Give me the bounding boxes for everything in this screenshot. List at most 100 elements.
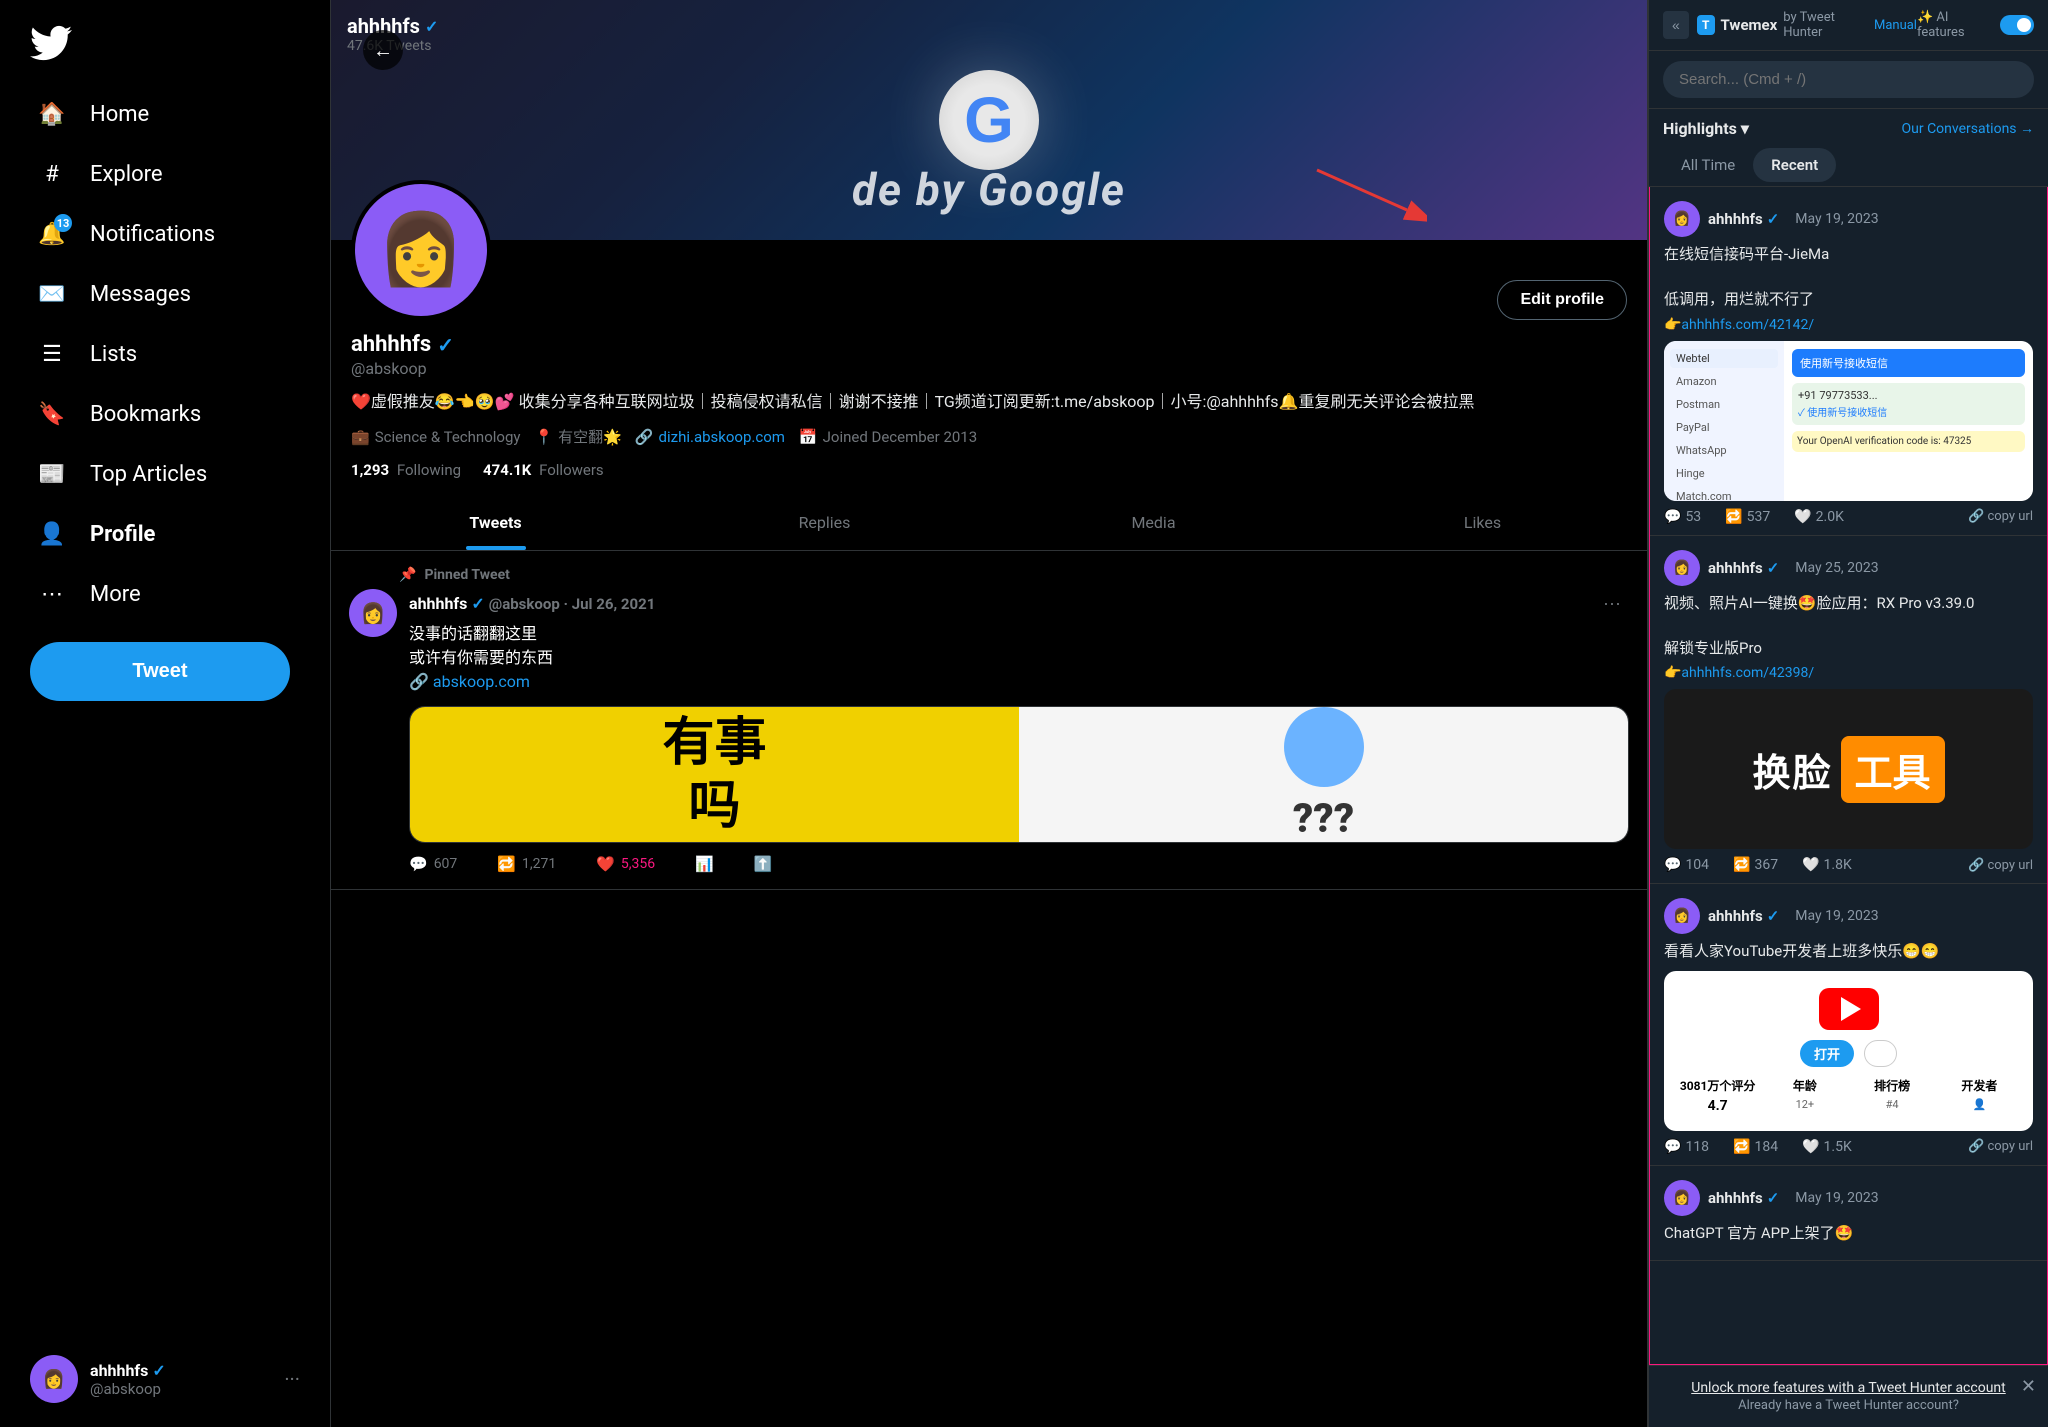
tw-actions-1: 💬 53 🔁 537 🤍 2.0K 🔗 copy url — [1664, 509, 2033, 525]
tw-copy-url-1[interactable]: 🔗 copy url — [1968, 509, 2033, 525]
tw-retweet-1[interactable]: 🔁 537 — [1725, 509, 1770, 525]
play-triangle-icon — [1841, 997, 1861, 1021]
sidebar-item-profile[interactable]: 👤 Profile — [20, 504, 310, 564]
tw-date-2: May 25, 2023 — [1795, 560, 1878, 576]
highlights-label[interactable]: Highlights ▾ — [1663, 119, 1749, 138]
twemex-tweet-2: 👩 ahhhhfs ✓ May 25, 2023 视频、照片AI一键换🤩脸应用：… — [1650, 536, 2047, 885]
comment-icon: 💬 — [409, 855, 428, 873]
tab-replies[interactable]: Replies — [660, 495, 989, 550]
close-banner-button[interactable]: ✕ — [2021, 1376, 2036, 1397]
comment-action[interactable]: 💬 607 — [409, 855, 457, 873]
profile-header: ← ahhhhfs ✓ 47.6K Tweets G de by Google — [331, 0, 1647, 551]
profile-meta: 💼 Science & Technology 📍 有空翻🌟 🔗 dizhi.ab… — [351, 426, 1627, 447]
tw-image-1: Webtel Amazon Postman PayPal WhatsApp Hi… — [1664, 341, 2033, 501]
profile-top-verified: ✓ — [425, 17, 438, 36]
tw-like-3[interactable]: 🤍 1.5K — [1802, 1139, 1852, 1155]
collapse-button[interactable]: « — [1663, 11, 1689, 39]
tab-media[interactable]: Media — [989, 495, 1318, 550]
share-button: ⬆ — [1864, 1040, 1897, 1067]
tw-comment-1[interactable]: 💬 53 — [1664, 509, 1701, 525]
open-button: 打开 — [1800, 1040, 1854, 1067]
tw-avatar-4: 👩 — [1664, 1180, 1700, 1216]
tweet-button[interactable]: Tweet — [30, 642, 290, 701]
tw-avatar-2: 👩 — [1664, 550, 1700, 586]
our-conversations-link[interactable]: Our Conversations → — [1902, 120, 2035, 137]
tweet-link[interactable]: 🔗 abskoop.com — [409, 670, 1629, 694]
heart-icon-1: 🤍 — [1794, 509, 1811, 525]
tw-comment-2[interactable]: 💬 104 — [1664, 857, 1709, 873]
comment-icon-3: 💬 — [1664, 1139, 1681, 1155]
tw-like-1[interactable]: 🤍 2.0K — [1794, 509, 1844, 525]
ai-features-toggle[interactable] — [2000, 15, 2034, 35]
comment-icon-1: 💬 — [1664, 509, 1681, 525]
retweet-icon-1: 🔁 — [1725, 509, 1742, 525]
hl-tab-all-time[interactable]: All Time — [1663, 148, 1753, 182]
tw-date-1: May 19, 2023 — [1795, 211, 1878, 227]
manual-link[interactable]: Manual — [1874, 18, 1917, 33]
retweet-action[interactable]: 🔁 1,271 — [497, 855, 556, 873]
followers-stat[interactable]: 474.1K Followers — [483, 461, 604, 479]
twemex-brand: T Twemex by Tweet Hunter — [1697, 10, 1866, 40]
twemex-tweet-1: 👩 ahhhhfs ✓ May 19, 2023 在线短信接码平台-JieMa低… — [1650, 187, 2047, 536]
following-stat[interactable]: 1,293 Following — [351, 461, 461, 479]
back-button[interactable]: ← — [363, 30, 403, 70]
tw-image-3: 打开 ⬆ 3081万个评分 年龄 排行榜 开发者 4.7 12+ #4 👤 — [1664, 971, 2033, 1131]
sidebar-item-messages[interactable]: ✉️ Messages — [20, 264, 310, 324]
tw-retweet-2[interactable]: 🔁 367 — [1733, 857, 1778, 873]
twitter-logo[interactable] — [20, 10, 310, 84]
sidebar-item-more[interactable]: ⋯ More — [20, 564, 310, 624]
profile-avatar: 👩 — [351, 180, 491, 320]
main-content: ← ahhhhfs ✓ 47.6K Tweets G de by Google — [330, 0, 1648, 1427]
sidebar-item-home[interactable]: 🏠 Home — [20, 84, 310, 144]
sidebar-item-lists[interactable]: ☰ Lists — [20, 324, 310, 384]
tw-date-4: May 19, 2023 — [1795, 1190, 1878, 1206]
display-name: ahhhhfs ✓ — [351, 332, 1627, 357]
bell-icon: 🔔 13 — [36, 218, 68, 250]
twemex-search-input[interactable] — [1663, 61, 2034, 98]
views-action[interactable]: 📊 — [695, 855, 714, 873]
tw-link-2[interactable]: 👉ahhhhfs.com/42398/ — [1664, 665, 2033, 681]
meta-join-date: 📅 Joined December 2013 — [799, 426, 977, 447]
tw-copy-url-3[interactable]: 🔗 copy url — [1968, 1139, 2033, 1155]
tweet-options-button[interactable]: ··· — [1595, 589, 1629, 618]
tw-verified-3: ✓ — [1767, 907, 1780, 925]
link-icon-small: 🔗 — [409, 672, 429, 691]
tweet-avatar: 👩 — [349, 589, 397, 637]
tw-text-1: 在线短信接码平台-JieMa低调用，用烂就不行了 — [1664, 243, 2033, 311]
tab-tweets[interactable]: Tweets — [331, 495, 660, 550]
footer-display-name: ahhhhfs ✓ — [90, 1361, 272, 1380]
twemex-feed: 👩 ahhhhfs ✓ May 19, 2023 在线短信接码平台-JieMa低… — [1649, 187, 2048, 1365]
sidebar-item-explore[interactable]: # Explore — [20, 144, 310, 204]
tab-likes[interactable]: Likes — [1318, 495, 1647, 550]
sidebar-item-bookmarks[interactable]: 🔖 Bookmarks — [20, 384, 310, 444]
unlock-banner: Unlock more features with a Tweet Hunter… — [1649, 1365, 2048, 1427]
meta-website[interactable]: dizhi.abskoop.com — [659, 428, 785, 446]
sidebar-item-top-articles[interactable]: 📰 Top Articles — [20, 444, 310, 504]
sidebar-nav: 🏠 Home # Explore 🔔 13 Notifications ✉️ M… — [20, 84, 310, 624]
cartoon-head — [1284, 707, 1364, 787]
user-account-footer[interactable]: 👩 ahhhhfs ✓ @abskoop ··· — [20, 1341, 310, 1417]
person-icon: 👤 — [36, 518, 68, 550]
question-marks: ??? — [1293, 795, 1354, 842]
tw-text-4: ChatGPT 官方 APP上架了🤩 — [1664, 1222, 2033, 1245]
twemex-panel: « T Twemex by Tweet Hunter Manual ✨ AI f… — [1648, 0, 2048, 1427]
location-icon: 📍 — [534, 428, 553, 446]
tw-retweet-3[interactable]: 🔁 184 — [1733, 1139, 1778, 1155]
share-action[interactable]: ⬆️ — [754, 855, 773, 873]
footer-handle: @abskoop — [90, 1380, 272, 1398]
link-icon: 🔗 — [635, 428, 654, 446]
tweet-text: 没事的话翻翻这里 或许有你需要的东西 🔗 abskoop.com — [409, 622, 1629, 694]
tw-like-2[interactable]: 🤍 1.8K — [1802, 857, 1852, 873]
tw-link-1[interactable]: 👉ahhhhfs.com/42142/ — [1664, 317, 2033, 333]
like-action[interactable]: ❤️ 5,356 — [596, 855, 655, 873]
unlock-text[interactable]: Unlock more features with a Tweet Hunter… — [1663, 1380, 2034, 1396]
tw-comment-3[interactable]: 💬 118 — [1664, 1139, 1709, 1155]
edit-profile-button[interactable]: Edit profile — [1497, 280, 1627, 320]
sidebar-item-notifications[interactable]: 🔔 13 Notifications — [20, 204, 310, 264]
profile-info: 👩 Edit profile ahhhhfs ✓ @abskoop ❤️虚假推友… — [331, 180, 1647, 479]
newspaper-icon: 📰 — [36, 458, 68, 490]
account-options-icon[interactable]: ··· — [284, 1367, 300, 1391]
hl-tab-recent[interactable]: Recent — [1753, 148, 1836, 182]
tw-copy-url-2[interactable]: 🔗 copy url — [1968, 857, 2033, 873]
twemex-tweet-3: 👩 ahhhhfs ✓ May 19, 2023 看看人家YouTube开发者上… — [1650, 884, 2047, 1166]
